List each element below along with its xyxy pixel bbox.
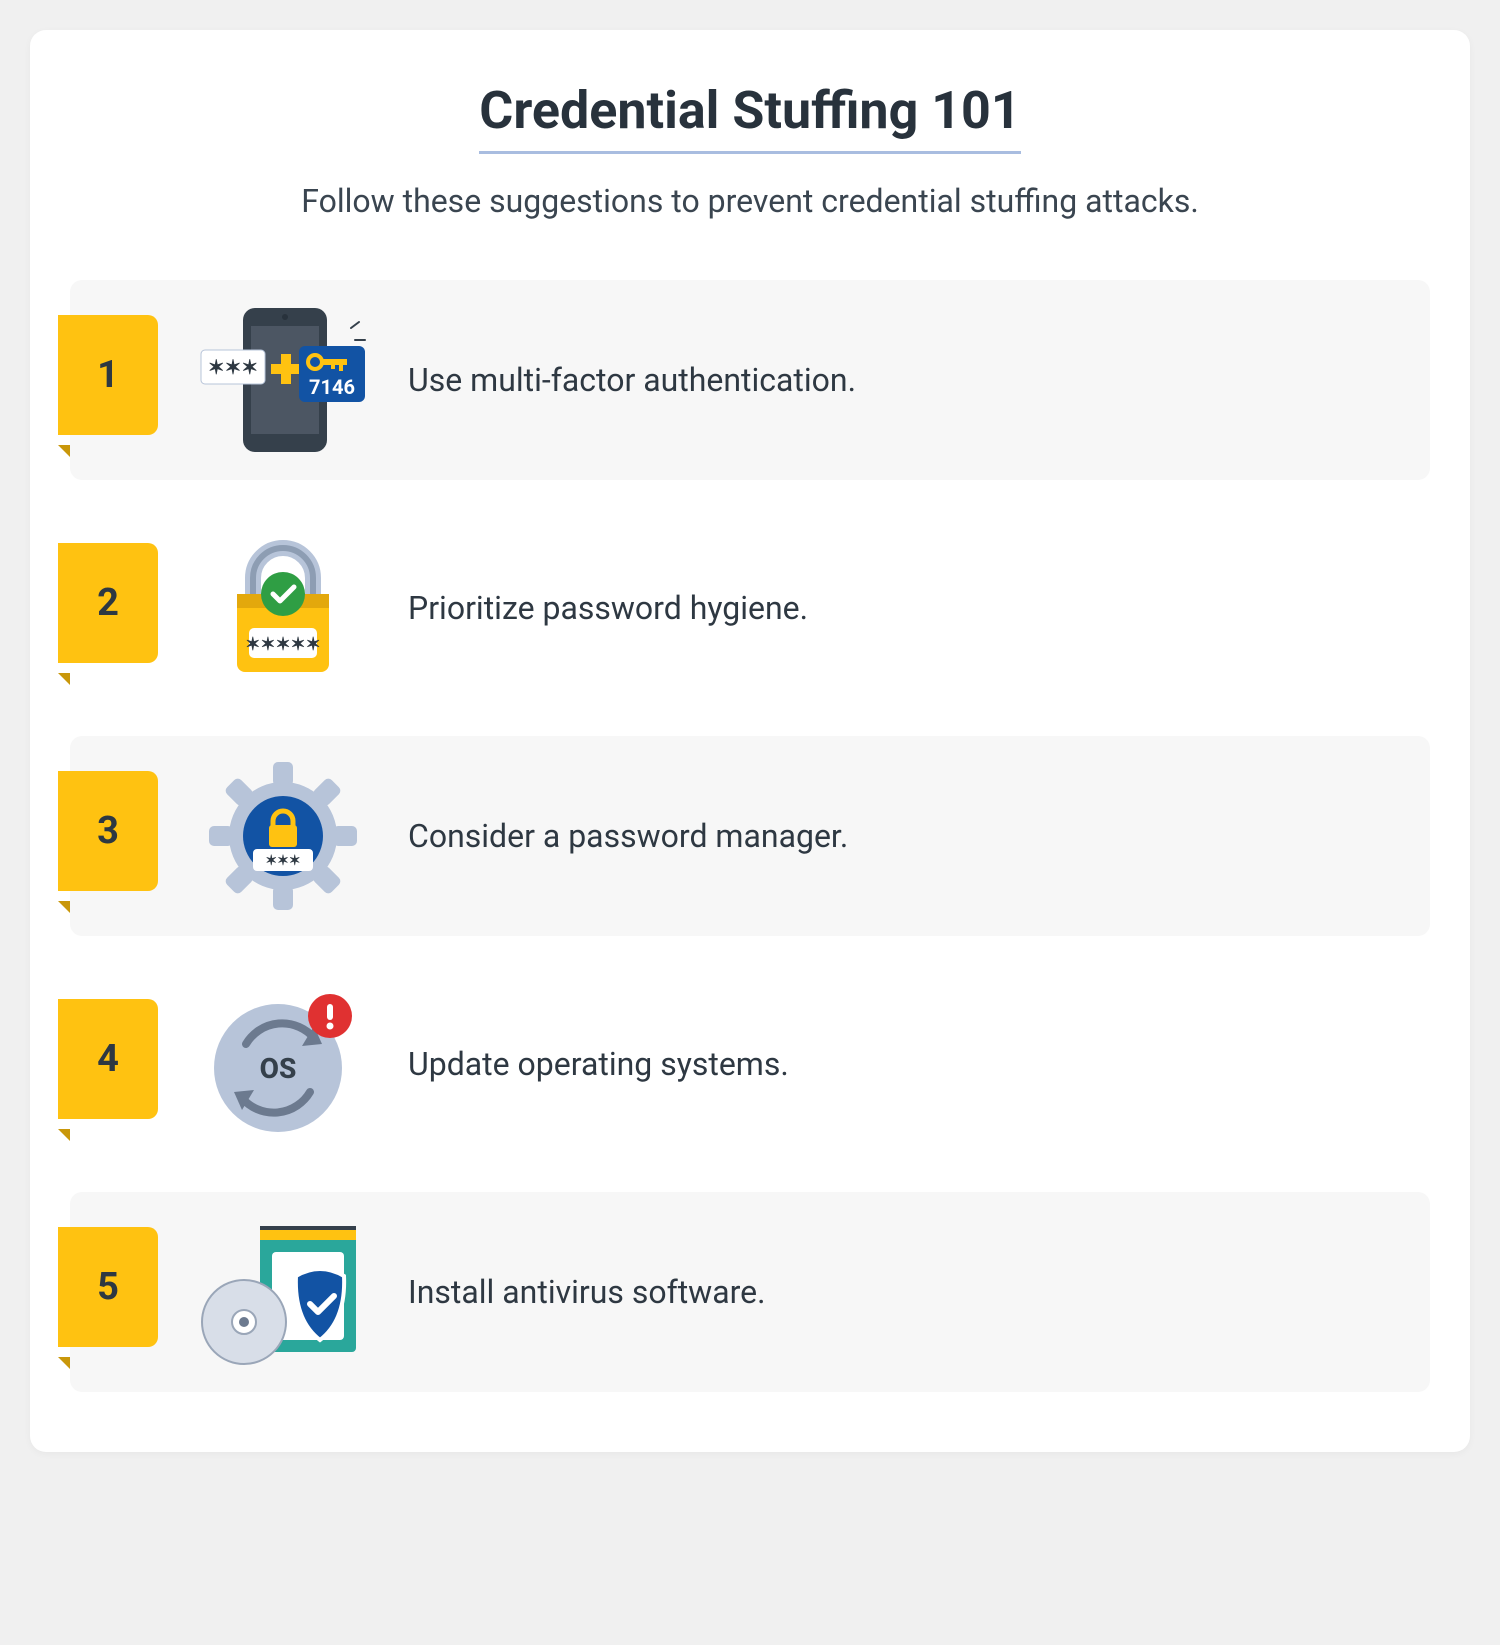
tip-text: Consider a password manager.: [408, 817, 1430, 855]
svg-text:✶✶✶✶✶: ✶✶✶✶✶: [245, 634, 320, 655]
tip-number: 1: [97, 353, 119, 397]
tip-number: 4: [97, 1037, 119, 1081]
gear-lock-icon: ✶✶✶: [158, 751, 408, 921]
tip-item: 5: [70, 1192, 1430, 1392]
svg-text:✶✶✶: ✶✶✶: [265, 853, 300, 869]
number-badge: 3: [58, 771, 158, 901]
tip-number: 2: [97, 581, 119, 625]
tip-text: Use multi-factor authentication.: [408, 361, 1430, 399]
card-subtitle: Follow these suggestions to prevent cred…: [70, 182, 1430, 220]
svg-text:OS: OS: [260, 1052, 297, 1085]
tip-item: 3: [70, 736, 1430, 936]
tip-text: Update operating systems.: [408, 1045, 1430, 1083]
antivirus-shield-icon: [158, 1212, 408, 1372]
tip-text: Prioritize password hygiene.: [408, 589, 1430, 627]
info-card: Credential Stuffing 101 Follow these sug…: [30, 30, 1470, 1452]
tip-text: Install antivirus software.: [408, 1273, 1430, 1311]
mfa-phone-icon: ✶✶✶: [158, 300, 408, 460]
tip-item: 4 OS: [70, 964, 1430, 1164]
tip-number: 3: [97, 809, 119, 853]
card-title: Credential Stuffing 101: [479, 80, 1020, 154]
number-badge: 2: [58, 543, 158, 673]
number-badge: 4: [58, 999, 158, 1129]
number-badge: 1: [58, 315, 158, 445]
os-update-icon: OS: [158, 984, 408, 1144]
card-header: Credential Stuffing 101 Follow these sug…: [70, 80, 1430, 220]
tip-item: 1 ✶✶✶: [70, 280, 1430, 480]
number-badge: 5: [58, 1227, 158, 1357]
padlock-check-icon: ✶✶✶✶✶: [158, 528, 408, 688]
tip-number: 5: [97, 1265, 119, 1309]
tips-list: 1 ✶✶✶: [70, 280, 1430, 1392]
svg-text:7146: 7146: [309, 375, 355, 399]
svg-text:✶✶✶: ✶✶✶: [208, 355, 258, 379]
tip-item: 2 ✶✶✶✶✶ Priorit: [70, 508, 1430, 708]
